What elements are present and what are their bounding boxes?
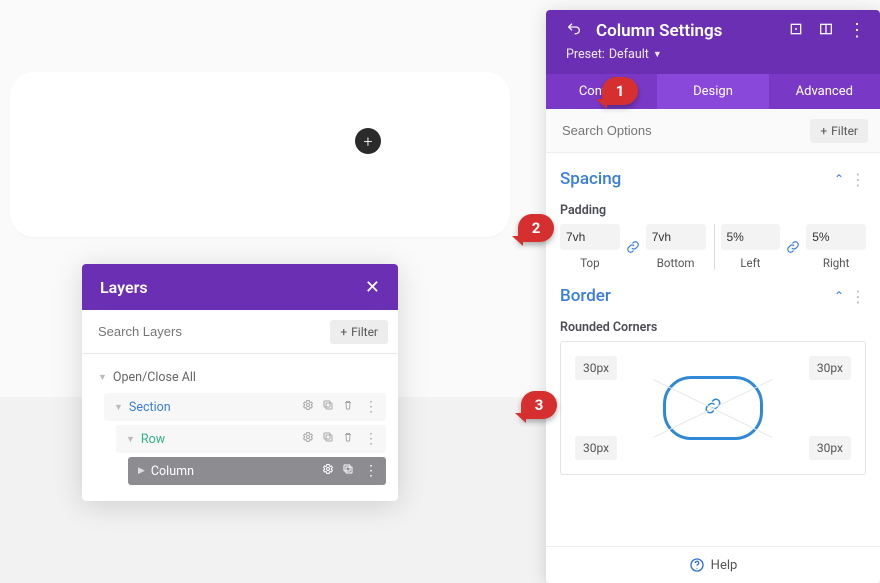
preset-value: Default <box>609 47 649 62</box>
layers-search-bar: + Filter <box>82 310 398 354</box>
settings-panel: Column Settings ⋮ Preset: Default ▼ Cont… <box>546 10 880 583</box>
gear-icon[interactable] <box>322 463 334 479</box>
padding-label: Padding <box>560 203 866 218</box>
rounded-corners-control: 30px 30px 30px 30px <box>560 341 866 475</box>
section-spacing-head[interactable]: Spacing ⌃ ⋮ <box>560 153 866 195</box>
chevron-down-icon: ▼ <box>653 49 662 60</box>
padding-top-input[interactable] <box>560 224 620 250</box>
padding-inputs: Top Bottom Left <box>560 224 866 270</box>
corner-bottom-right-input[interactable]: 30px <box>809 436 851 460</box>
open-close-all[interactable]: ▼ Open/Close All <box>94 360 386 393</box>
settings-filter-label: Filter <box>831 124 858 138</box>
settings-search-bar: + Filter <box>546 109 880 153</box>
chevron-up-icon[interactable]: ⌃ <box>834 289 844 303</box>
duplicate-icon[interactable] <box>342 463 354 479</box>
layer-label: Section <box>129 400 302 415</box>
duplicate-icon[interactable] <box>322 399 334 415</box>
chevron-down-icon: ▼ <box>98 372 107 383</box>
settings-header: Column Settings ⋮ Preset: Default ▼ <box>546 10 880 74</box>
chevron-down-icon: ▼ <box>126 434 135 445</box>
undo-icon[interactable] <box>566 21 582 41</box>
layers-panel: Layers ✕ + Filter ▼ Open/Close All ▼ Sec… <box>82 264 398 501</box>
layers-search-input[interactable] <box>92 318 324 345</box>
more-icon[interactable]: ⋮ <box>850 170 866 189</box>
layers-title: Layers <box>100 278 148 297</box>
layer-row-section[interactable]: ▼ Section ⋮ <box>104 393 386 421</box>
close-icon[interactable]: ✕ <box>365 277 380 298</box>
padding-left-input[interactable] <box>721 224 781 250</box>
callout-badge-1: 1 <box>602 77 638 105</box>
more-icon[interactable]: ⋮ <box>362 431 380 447</box>
trash-icon[interactable] <box>342 431 354 447</box>
settings-filter-button[interactable]: + Filter <box>810 119 868 143</box>
rounded-corners-label: Rounded Corners <box>560 320 866 335</box>
plus-small-icon: + <box>820 124 827 138</box>
open-close-label: Open/Close All <box>113 370 196 385</box>
corner-bottom-left-input[interactable]: 30px <box>575 436 617 460</box>
gear-icon[interactable] <box>302 431 314 447</box>
settings-title: Column Settings <box>596 21 774 41</box>
chevron-up-icon[interactable]: ⌃ <box>834 172 844 186</box>
more-icon[interactable]: ⋮ <box>362 399 380 415</box>
trash-icon[interactable] <box>342 399 354 415</box>
corner-top-right-input[interactable]: 30px <box>809 356 851 380</box>
tab-advanced[interactable]: Advanced <box>769 74 880 109</box>
chevron-right-icon: ▶ <box>138 466 145 476</box>
layer-label: Column <box>151 464 322 479</box>
padding-side-label: Top <box>560 256 620 270</box>
layer-row-column[interactable]: ▶ Column ⋮ <box>128 457 386 485</box>
padding-right-input[interactable] <box>806 224 866 250</box>
padding-bottom-input[interactable] <box>646 224 706 250</box>
layer-label: Row <box>141 432 302 447</box>
preset-dropdown[interactable]: Preset: Default ▼ <box>566 47 866 62</box>
expand-icon[interactable] <box>788 21 804 41</box>
section-title: Border <box>560 286 834 306</box>
link-icon[interactable] <box>786 240 800 254</box>
more-icon[interactable]: ⋮ <box>850 287 866 306</box>
tab-design[interactable]: Design <box>657 74 768 109</box>
callout-badge-3: 3 <box>521 391 557 419</box>
padding-side-label: Bottom <box>646 256 706 270</box>
help-button[interactable]: Help <box>546 546 880 583</box>
help-label: Help <box>711 558 738 573</box>
section-title: Spacing <box>560 169 834 189</box>
preset-label: Preset: <box>566 47 605 62</box>
layers-header: Layers ✕ <box>82 264 398 310</box>
padding-side-label: Right <box>806 256 866 270</box>
corner-preview-shape <box>663 376 763 440</box>
section-border-head[interactable]: Border ⌃ ⋮ <box>560 270 866 312</box>
link-icon[interactable] <box>626 240 640 254</box>
settings-body: Spacing ⌃ ⋮ Padding Top Bottom <box>546 153 880 546</box>
content-canvas: + <box>10 72 510 237</box>
content-card: + <box>10 72 510 237</box>
duplicate-icon[interactable] <box>322 431 334 447</box>
plus-small-icon: + <box>340 325 347 339</box>
layers-filter-label: Filter <box>351 325 378 339</box>
more-icon[interactable]: ⋮ <box>362 463 380 479</box>
padding-side-label: Left <box>721 256 781 270</box>
layer-row-row[interactable]: ▼ Row ⋮ <box>116 425 386 453</box>
more-icon[interactable]: ⋮ <box>848 20 866 41</box>
callout-badge-2: 2 <box>518 214 554 242</box>
plus-icon: + <box>363 132 372 151</box>
add-module-button[interactable]: + <box>355 128 381 154</box>
layers-body: ▼ Open/Close All ▼ Section ⋮ ▼ <box>82 354 398 501</box>
panel-icon[interactable] <box>818 21 834 41</box>
corner-top-left-input[interactable]: 30px <box>575 356 617 380</box>
settings-search-input[interactable] <box>558 117 810 144</box>
layers-filter-button[interactable]: + Filter <box>330 320 388 344</box>
gear-icon[interactable] <box>302 399 314 415</box>
chevron-down-icon: ▼ <box>114 402 123 413</box>
